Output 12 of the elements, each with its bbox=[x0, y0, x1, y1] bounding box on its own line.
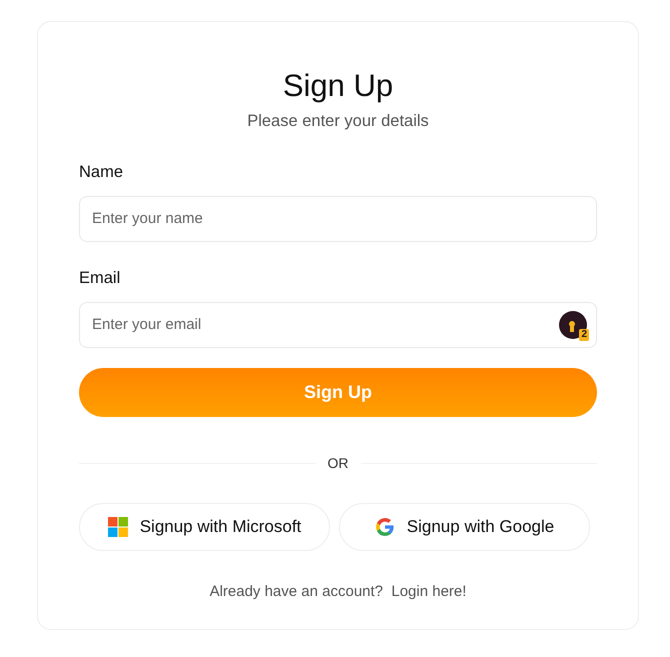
g-logo-icon bbox=[374, 516, 395, 537]
windows-logo-icon bbox=[108, 516, 128, 537]
social-signup-button[interactable]: Signup with Google bbox=[339, 502, 590, 551]
divider-text: OR bbox=[328, 454, 348, 473]
subtitle: Please enter your details bbox=[246, 111, 430, 132]
login-prompt: Already have an account? Login here! bbox=[208, 582, 468, 602]
social-signup-button[interactable]: Signup with Microsoft bbox=[79, 502, 330, 551]
page-title: Sign Up bbox=[282, 67, 394, 105]
input-field[interactable]: Enter your name bbox=[79, 196, 597, 242]
field-label: Name bbox=[79, 162, 124, 183]
login-link[interactable]: Login here! bbox=[391, 582, 466, 600]
field-label: Email bbox=[79, 268, 120, 289]
